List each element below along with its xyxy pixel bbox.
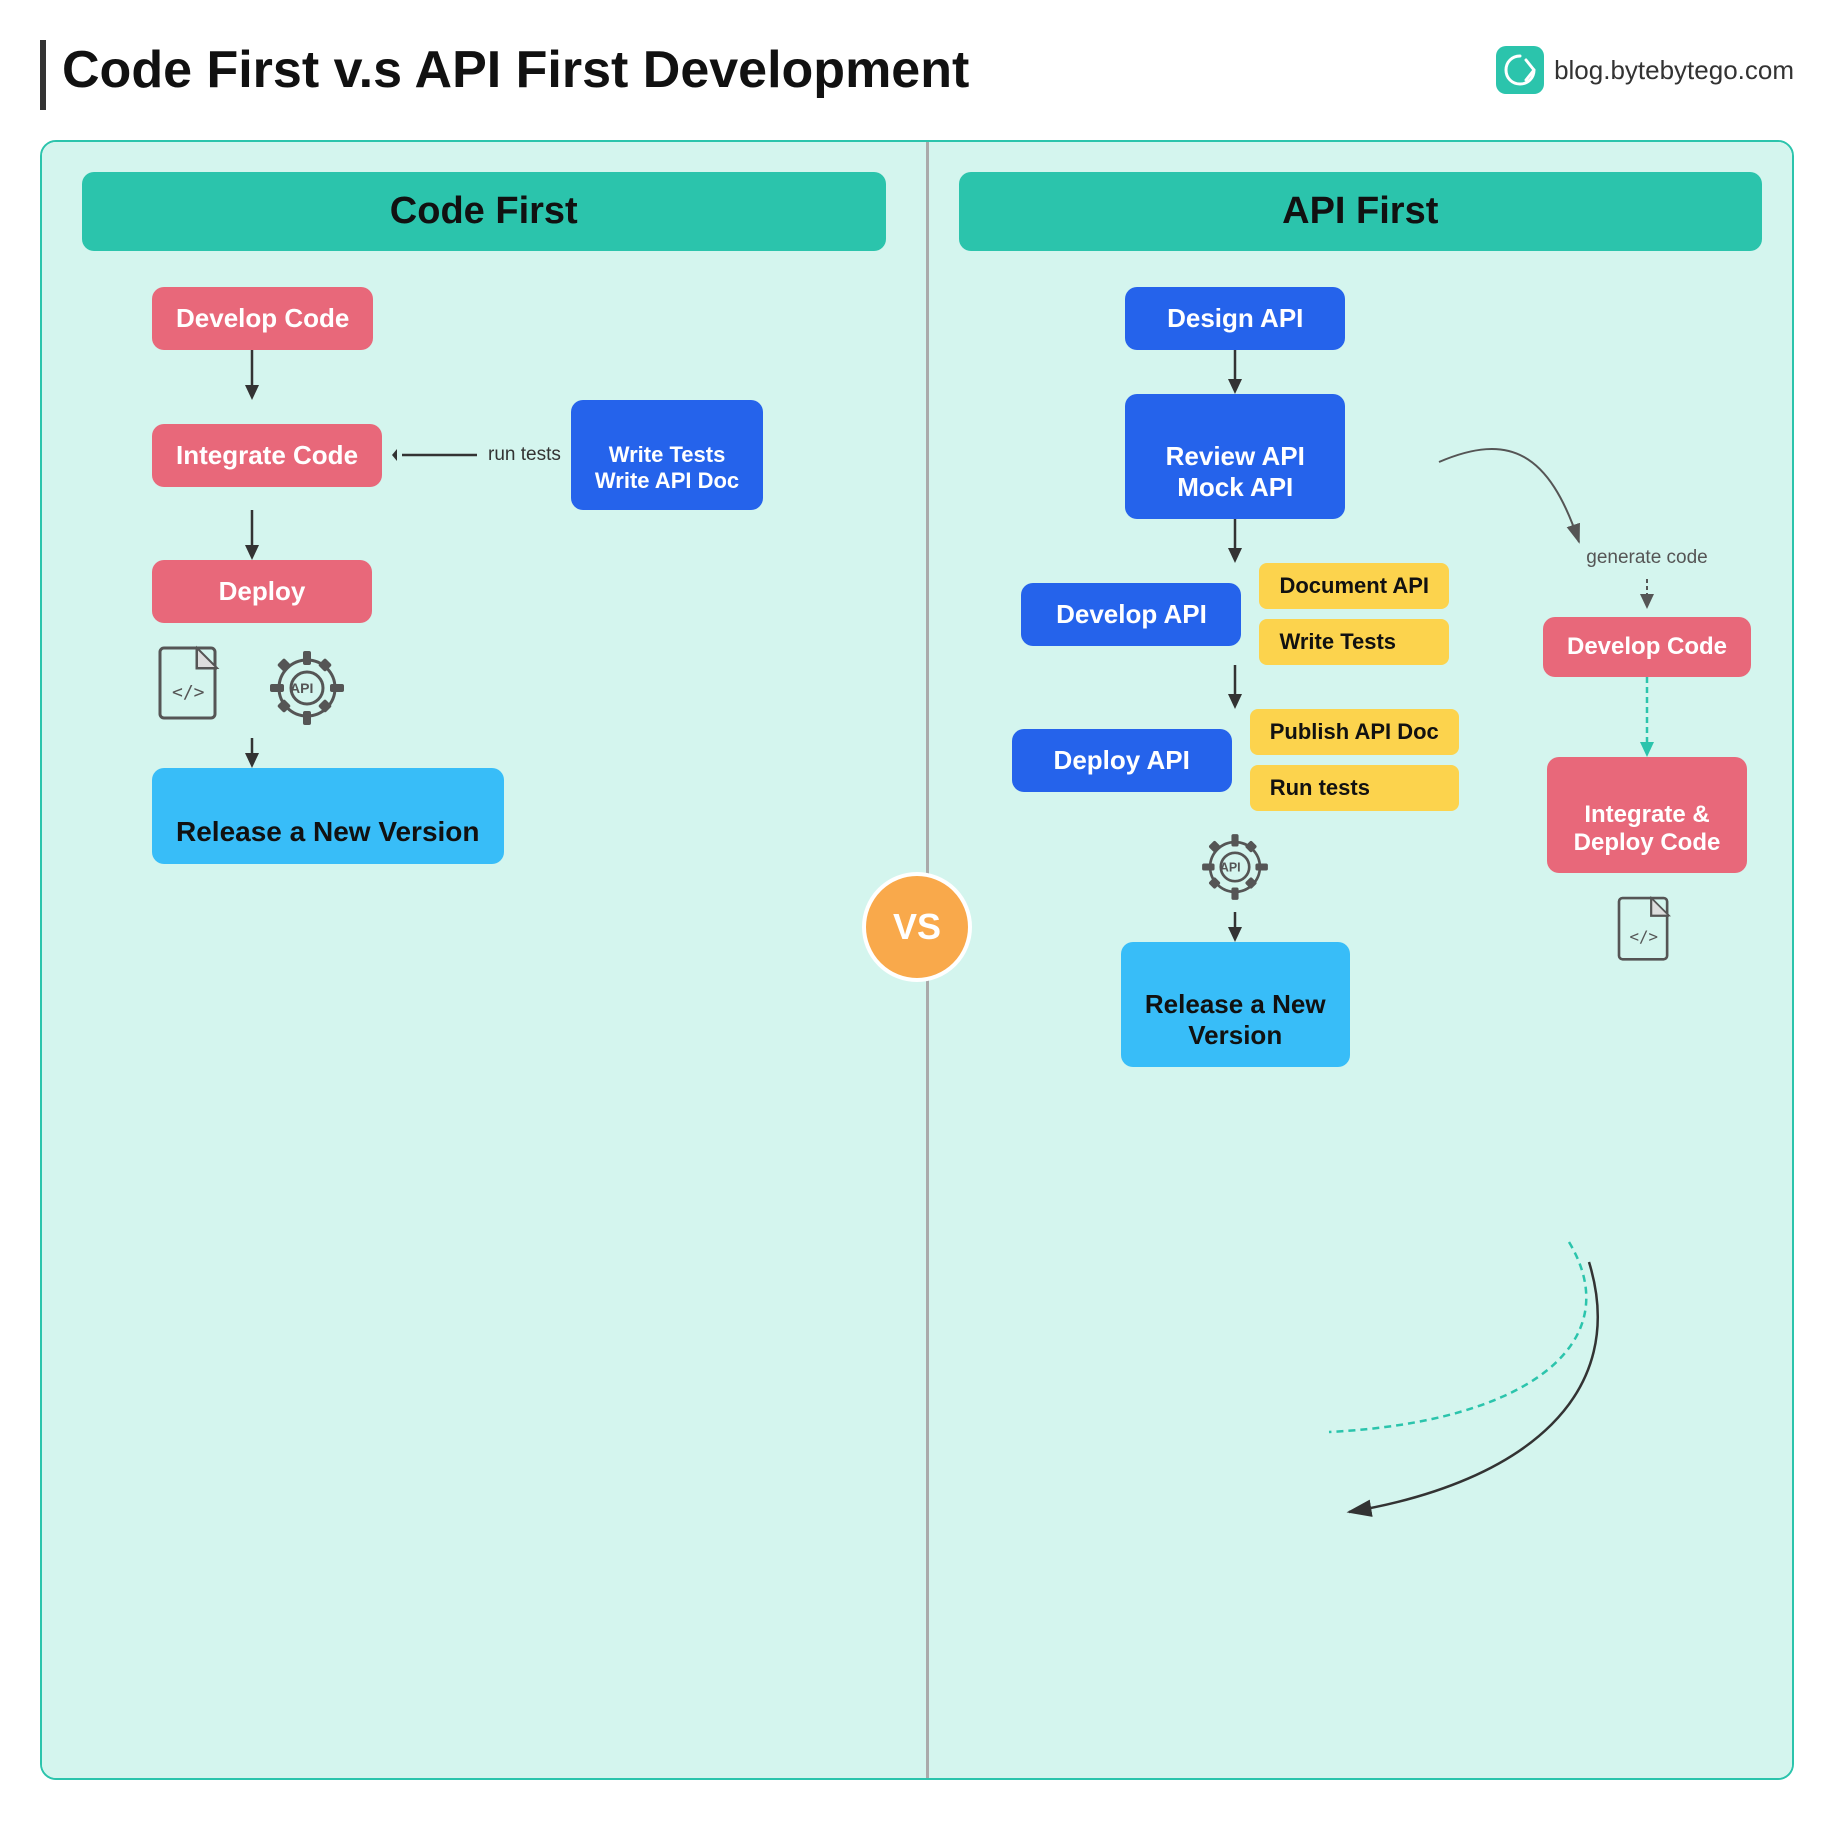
document-api-box: Document API <box>1259 563 1449 609</box>
api-first-header: API First <box>959 172 1763 251</box>
left-develop-code-box: Develop Code <box>152 287 373 350</box>
run-tests-label: run tests <box>488 444 561 466</box>
integrate-deploy-code-box: Integrate & Deploy Code <box>1547 757 1747 873</box>
arrow-r2 <box>1225 519 1245 563</box>
code-file-icon: </> <box>152 643 232 738</box>
generate-code-label: generate code <box>1586 547 1708 569</box>
run-tests-arrow <box>392 443 482 467</box>
left-release-box: Release a New Version <box>152 768 504 864</box>
arrow-1 <box>242 350 262 400</box>
api-gear-icon: API <box>262 643 352 738</box>
arrow-r3 <box>1225 665 1245 709</box>
code-first-header: Code First <box>82 172 886 251</box>
vs-circle: VS <box>862 872 972 982</box>
code-first-title: Code First <box>390 190 578 232</box>
right-develop-code-box: Develop Code <box>1543 617 1751 677</box>
left-deploy-box: Deploy <box>152 560 372 623</box>
svg-text:</>: </> <box>172 682 205 703</box>
run-tests-yellow-box: Run tests <box>1250 765 1459 811</box>
review-api-box: Review API Mock API <box>1125 394 1345 519</box>
arrow-r1 <box>1225 350 1245 394</box>
dashed-arrow-1 <box>1637 677 1657 757</box>
arrow-r4 <box>1225 912 1245 942</box>
right-release-box: Release a New Version <box>1121 942 1350 1067</box>
page-header: Code First v.s API First Development blo… <box>40 40 1794 110</box>
api-first-title: API First <box>1282 190 1438 232</box>
code-first-panel: Code First Develop Code Integrate Code <box>42 142 929 1778</box>
brand: blog.bytebytego.com <box>1496 46 1794 94</box>
write-tests-yellow-box: Write Tests <box>1259 619 1449 665</box>
brand-icon <box>1496 46 1544 94</box>
write-tests-box: Write Tests Write API Doc <box>571 400 763 510</box>
svg-text:API: API <box>1220 860 1241 874</box>
publish-api-doc-box: Publish API Doc <box>1250 709 1459 755</box>
right-api-gear-icon: API <box>1195 827 1275 912</box>
design-api-box: Design API <box>1125 287 1345 350</box>
api-first-panel: API First Design API Review API Mock API <box>929 142 1793 1778</box>
arrow-2 <box>242 510 262 560</box>
generate-arrow <box>1637 579 1657 609</box>
develop-api-box: Develop API <box>1021 583 1241 646</box>
svg-text:</>: </> <box>1630 927 1658 946</box>
arrow-3 <box>242 738 262 768</box>
deploy-api-box: Deploy API <box>1012 729 1232 792</box>
right-code-file-icon: </> <box>1612 893 1682 978</box>
page-title: Code First v.s API First Development <box>62 40 969 100</box>
svg-text:API: API <box>290 680 313 696</box>
left-integrate-code-box: Integrate Code <box>152 424 382 487</box>
brand-name: blog.bytebytego.com <box>1554 55 1794 86</box>
